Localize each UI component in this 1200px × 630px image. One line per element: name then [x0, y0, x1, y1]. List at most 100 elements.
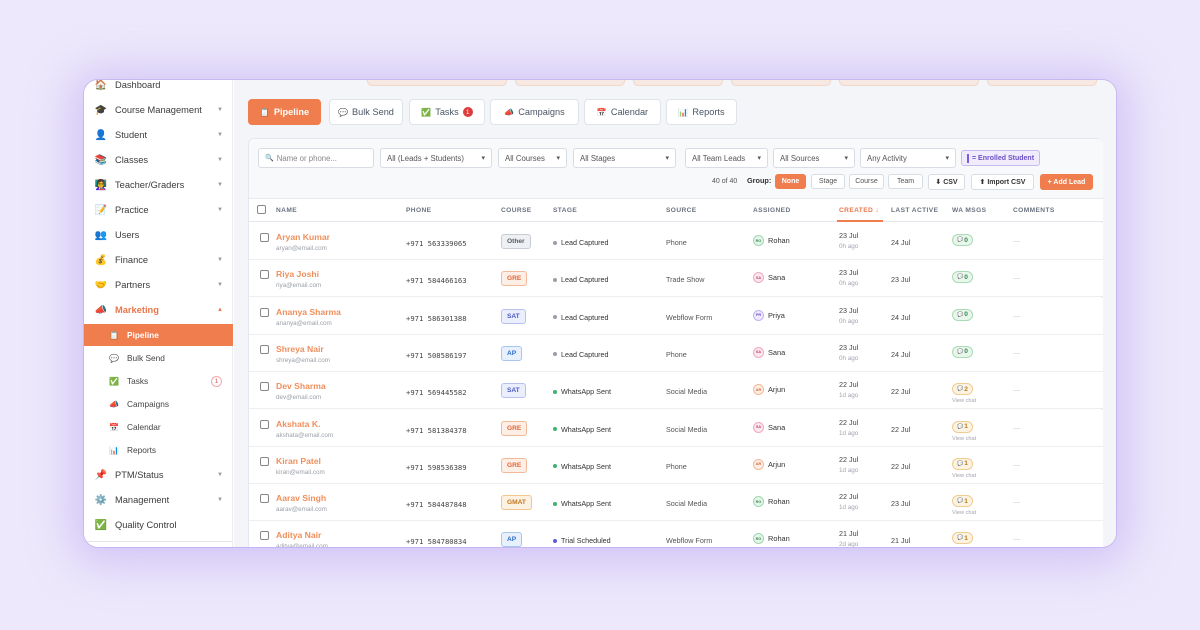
last-active-date: 23 Jul — [891, 499, 911, 509]
sidebar-item-course-management[interactable]: 🎓 Course Management ▼ — [84, 99, 233, 121]
wa-msgs-badge[interactable]: 💬 0 — [952, 234, 973, 246]
reports-tab-icon: 📊 — [678, 107, 689, 117]
column-header-created[interactable]: CREATED ↓ — [839, 207, 879, 214]
sidebar-item-student[interactable]: 👤 Student ▼ — [84, 124, 233, 146]
sidebar-subitem-campaigns[interactable]: 📣 Campaigns — [84, 393, 233, 415]
lead-type-select[interactable]: All (Leads + Students) ▾ — [380, 148, 492, 168]
view-chat-link[interactable]: View chat — [952, 436, 976, 442]
sidebar-item-practice[interactable]: 📝 Practice ▼ — [84, 199, 233, 221]
chevron-down-icon: ▾ — [665, 155, 669, 162]
sidebar-item-management[interactable]: ⚙️ Management ▼ — [84, 489, 233, 511]
group-team-button[interactable]: Team — [888, 174, 923, 189]
course-badge: AP — [501, 345, 523, 361]
row-checkbox[interactable] — [260, 270, 269, 280]
row-checkbox[interactable] — [260, 233, 269, 242]
avatar: SA — [753, 272, 764, 284]
lead-phone: +971 586301388 — [406, 313, 467, 323]
wa-msgs-badge[interactable]: 💬 1 — [952, 457, 973, 470]
lead-name-link[interactable]: Aditya Nair — [276, 530, 321, 540]
lead-name-link[interactable]: Aryan Kumar — [276, 232, 330, 242]
lead-name-link[interactable]: Kiran Patel — [276, 456, 321, 466]
lead-name-link[interactable]: Akshata K. — [276, 419, 320, 429]
wa-msgs-badge[interactable]: 💬 0 — [952, 345, 973, 358]
row-checkbox[interactable] — [260, 307, 269, 317]
row-checkbox[interactable] — [260, 344, 269, 354]
course-select[interactable]: All Courses ▾ — [498, 148, 567, 168]
course-badge: SAT — [501, 383, 526, 399]
sidebar-item-partners[interactable]: 🤝 Partners ▼ — [84, 274, 233, 296]
sidebar-item-ptm-status[interactable]: 📌 PTM/Status ▼ — [84, 464, 233, 486]
table-row[interactable]: Aarav Singh aarav@email.com +971 584487848… — [249, 484, 1103, 522]
tab-bulk-send[interactable]: 💬 Bulk Send — [329, 99, 403, 125]
tab-reports[interactable]: 📊 Reports — [666, 99, 737, 125]
lead-source: Webflow Form — [666, 536, 713, 546]
row-checkbox[interactable] — [260, 531, 269, 541]
sidebar-item-finance[interactable]: 💰 Finance ▼ — [84, 249, 233, 271]
row-checkbox[interactable] — [260, 456, 269, 466]
table-row[interactable]: Kiran Patel kiran@email.com +971 598536389… — [249, 446, 1103, 484]
sidebar-item-teacher-graders[interactable]: 👩‍🏫 Teacher/Graders ▼ — [84, 174, 233, 196]
view-chat-link[interactable]: View chat — [952, 510, 976, 516]
stage-indicator: WhatsApp Sent — [553, 462, 611, 471]
table-row[interactable]: Aditya Nair aditya@email.com +971 58478083… — [249, 521, 1103, 547]
created-date: 22 Jul — [839, 454, 859, 464]
table-row[interactable]: Aryan Kumar aryan@email.com +971 563339065… — [249, 223, 1103, 260]
wa-msgs-badge[interactable]: 💬 0 — [952, 308, 973, 321]
sidebar-item-quality-control[interactable]: ✅ Quality Control — [84, 514, 233, 536]
stage-select[interactable]: All Stages ▾ — [573, 148, 676, 168]
sidebar-item-users[interactable]: 👥 Users — [84, 224, 233, 246]
lead-name-link[interactable]: Riya Joshi — [276, 269, 319, 279]
stage-indicator: Lead Captured — [553, 313, 609, 322]
faded-chip — [633, 80, 723, 86]
sidebar-item-marketing[interactable]: 📣 Marketing ▲ — [84, 299, 233, 321]
lead-source: Phone — [666, 461, 687, 471]
wa-msgs-badge[interactable]: 💬 1 — [952, 420, 973, 433]
view-chat-link[interactable]: View chat — [952, 473, 976, 479]
tab-label: Tasks — [435, 107, 459, 117]
table-row[interactable]: Akshata K. akshata@email.com +971 58138437… — [249, 409, 1103, 447]
sidebar-subitem-calendar[interactable]: 📅 Calendar — [84, 416, 233, 438]
activity-select[interactable]: Any Activity ▾ — [860, 148, 956, 168]
table-row[interactable]: Dev Sharma dev@email.com +971 569445582 SAT… — [249, 372, 1103, 410]
tab-calendar[interactable]: 📅 Calendar — [584, 99, 661, 125]
sidebar-subitem-tasks[interactable]: ✅ Tasks 1 — [84, 370, 233, 392]
sidebar-item-classes[interactable]: 📚 Classes ▼ — [84, 149, 233, 171]
wa-count: 1 — [964, 423, 968, 430]
select-all-checkbox[interactable] — [257, 205, 266, 214]
import-csv-button[interactable]: ⬆ Import CSV — [971, 174, 1034, 190]
group-course-button[interactable]: Course — [849, 174, 884, 189]
stage-label: Trial Scheduled — [561, 536, 611, 546]
wa-msgs-badge[interactable]: 💬 1 — [952, 532, 973, 545]
lead-name-link[interactable]: Shreya Nair — [276, 344, 324, 354]
lead-name-link[interactable]: Ananya Sharma — [276, 307, 341, 317]
wa-msgs-badge[interactable]: 💬 1 — [952, 495, 973, 508]
row-checkbox[interactable] — [260, 382, 269, 392]
table-row[interactable]: Shreya Nair shreya@email.com +971 50858619… — [249, 334, 1103, 372]
group-none-button[interactable]: None — [775, 174, 806, 189]
export-csv-button[interactable]: ⬇ CSV — [928, 174, 965, 190]
tab-campaigns[interactable]: 📣 Campaigns — [490, 99, 579, 125]
tab-pipeline[interactable]: 📋 Pipeline — [248, 99, 321, 125]
pipeline-tab-icon: 📋 — [259, 107, 270, 117]
group-stage-button[interactable]: Stage — [811, 174, 845, 189]
sidebar-subitem-bulk-send[interactable]: 💬 Bulk Send — [84, 347, 233, 369]
wa-msgs-badge[interactable]: 💬 2 — [952, 383, 973, 396]
lead-name-link[interactable]: Dev Sharma — [276, 381, 326, 391]
table-header: NAME PHONE COURSE STAGE SOURCE ASSIGNED CREATE… — [249, 199, 1103, 222]
team-lead-select[interactable]: All Team Leads ▾ — [685, 148, 768, 168]
sidebar-subitem-reports[interactable]: 📊 Reports — [84, 439, 233, 461]
sidebar-item-dashboard[interactable]: 🏠 Dashboard — [84, 80, 233, 96]
wa-msgs-badge[interactable]: 💬 0 — [952, 271, 973, 284]
table-row[interactable]: Riya Joshi riya@email.com +971 584466163 GR… — [249, 260, 1103, 298]
sidebar-subitem-pipeline[interactable]: 📋 Pipeline — [84, 324, 233, 346]
row-checkbox[interactable] — [260, 419, 269, 429]
lead-name-link[interactable]: Aarav Singh — [276, 493, 326, 503]
tab-tasks[interactable]: ✅ Tasks 1 — [409, 99, 485, 125]
top-chip-strip — [234, 80, 1116, 89]
row-checkbox[interactable] — [260, 494, 269, 504]
search-input[interactable]: 🔍 Name or phone... — [258, 148, 374, 168]
add-lead-button[interactable]: + Add Lead — [1040, 174, 1093, 190]
source-select[interactable]: All Sources ▾ — [773, 148, 855, 168]
view-chat-link[interactable]: View chat — [952, 398, 976, 404]
table-row[interactable]: Ananya Sharma ananya@email.com +971 586301… — [249, 297, 1103, 335]
